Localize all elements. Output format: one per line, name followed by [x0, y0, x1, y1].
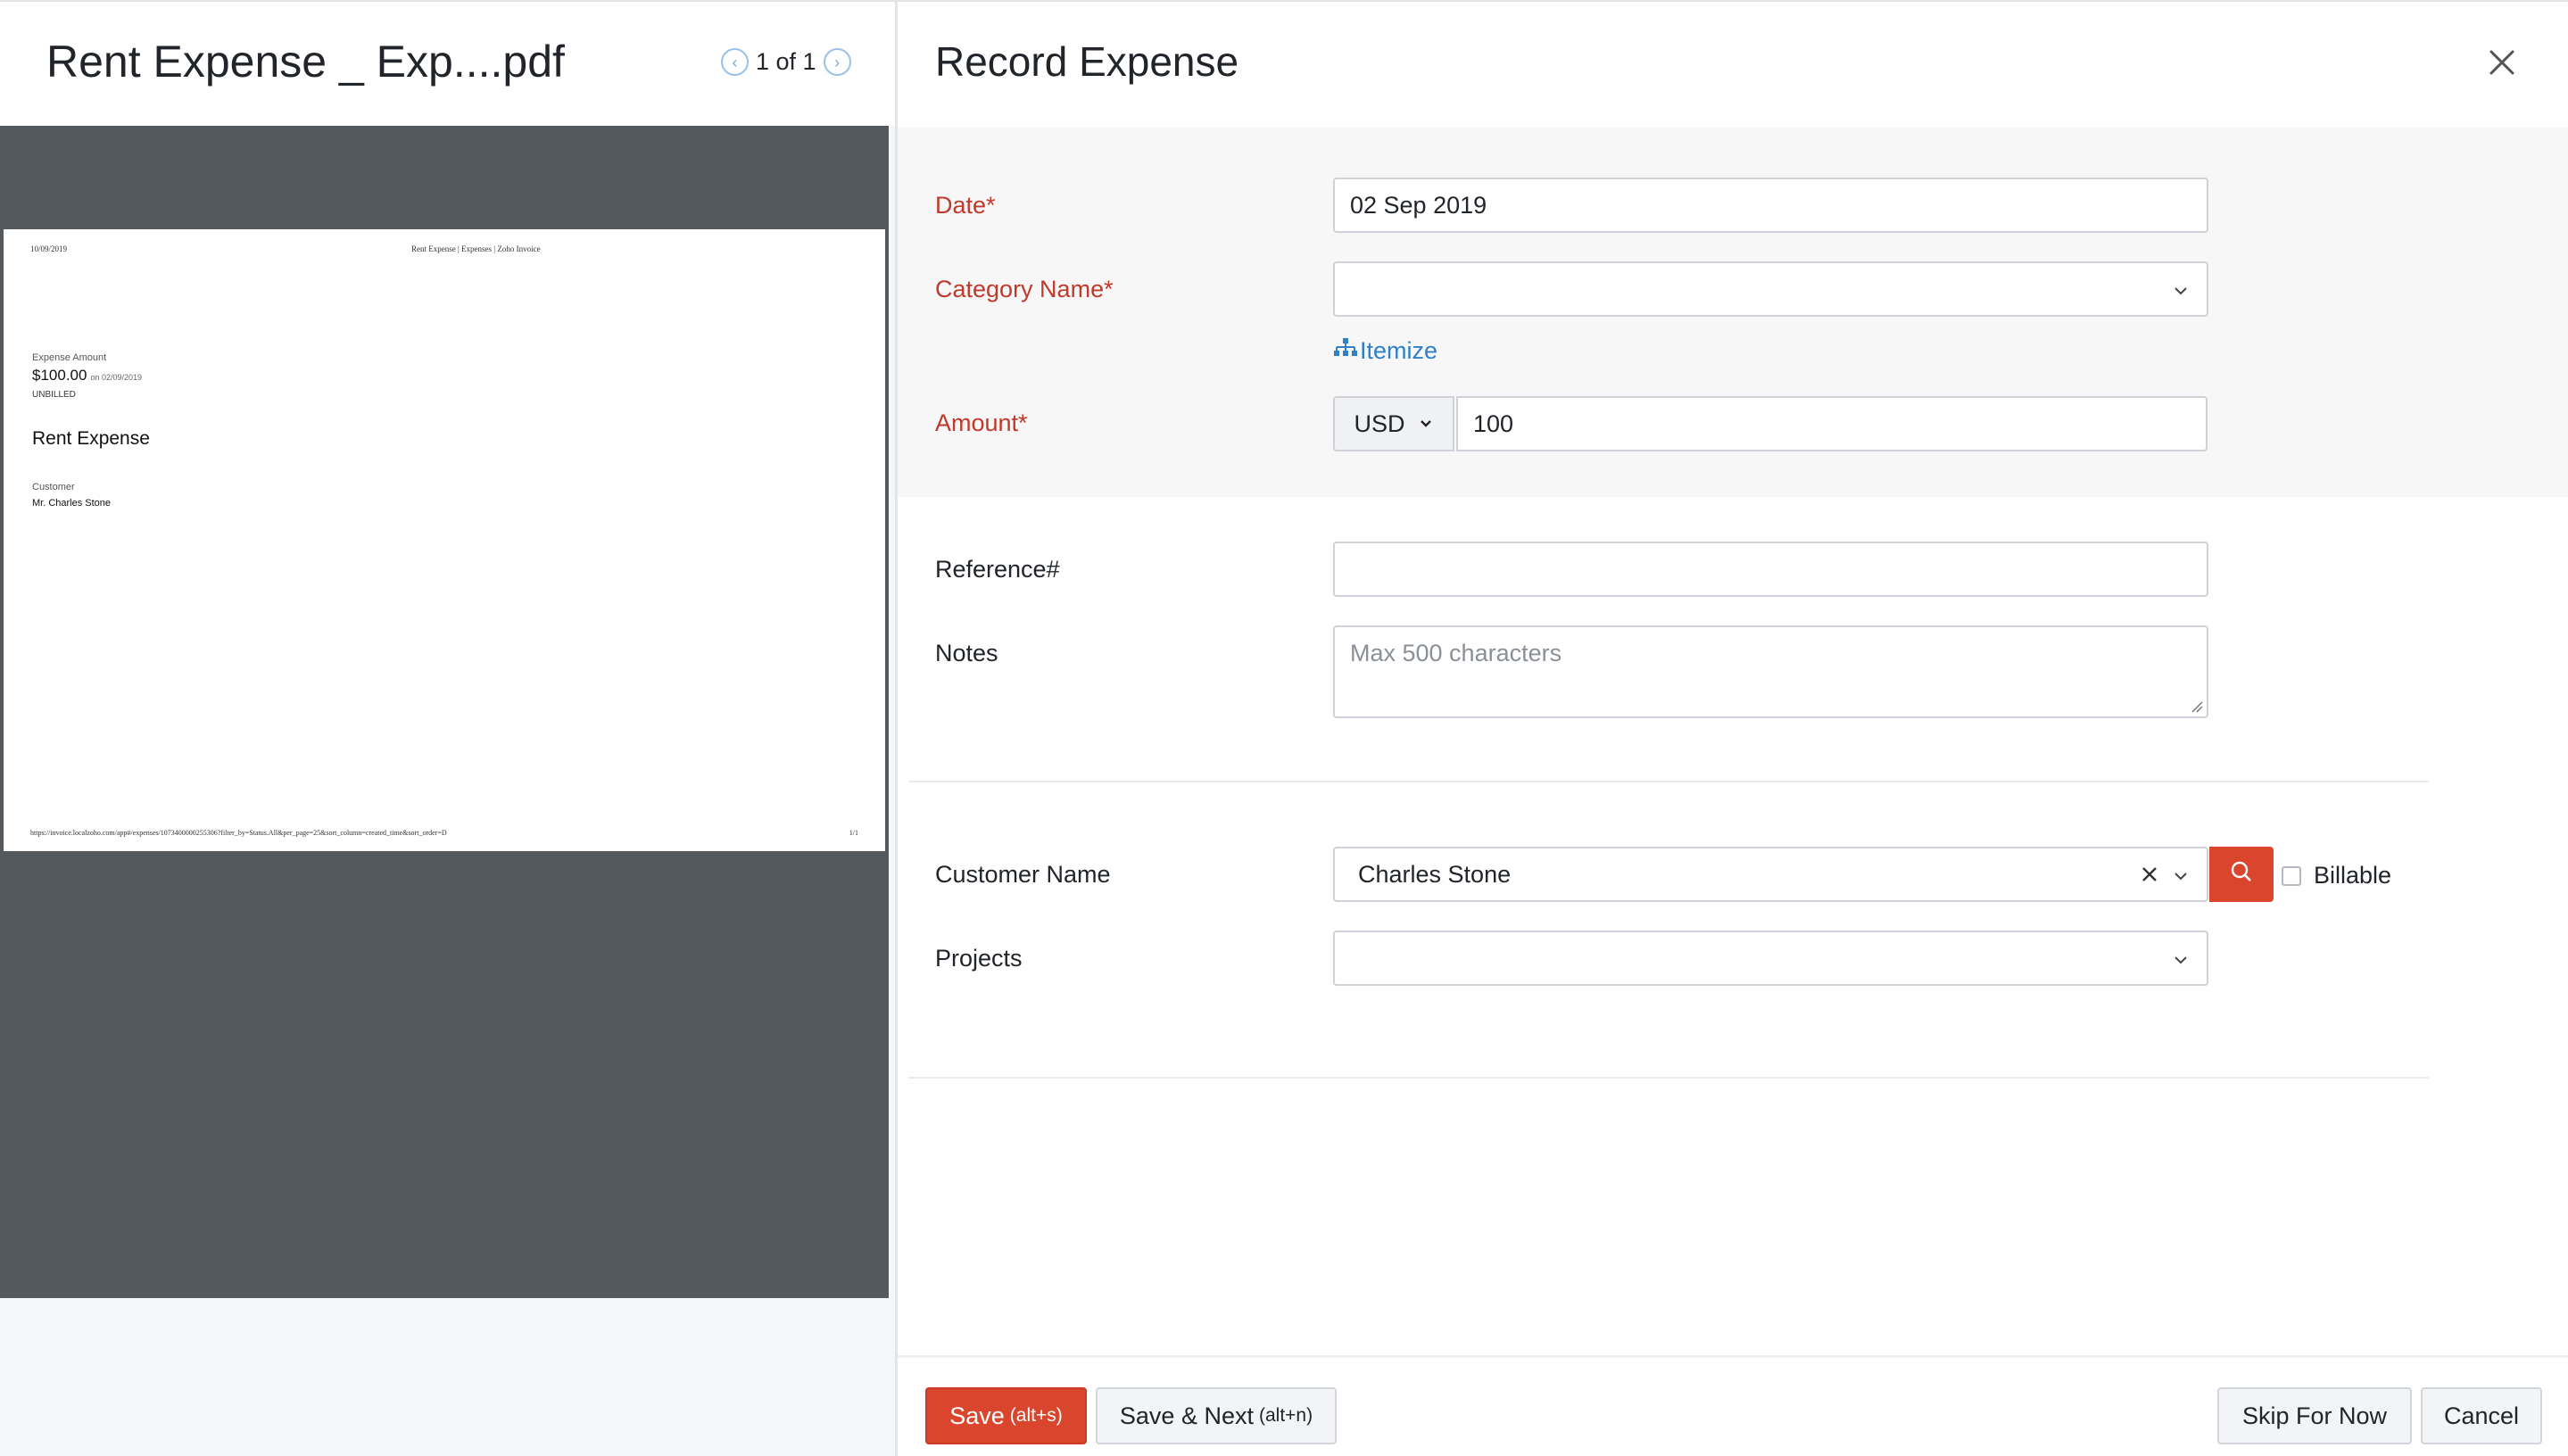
pdf-amount: $100.00 on 02/09/2019 — [32, 367, 142, 385]
save-shortcut: (alt+s) — [1009, 1405, 1063, 1426]
chevron-down-icon — [1418, 410, 1434, 438]
chevron-right-icon[interactable]: › — [823, 48, 851, 76]
date-label: Date* — [935, 192, 996, 219]
close-icon[interactable] — [2484, 45, 2520, 80]
currency-value: USD — [1354, 410, 1405, 437]
chevron-left-icon[interactable]: ‹ — [721, 48, 749, 76]
page-indicator: 1 of 1 — [756, 48, 816, 75]
customer-name-value: Charles Stone — [1358, 860, 1512, 888]
clear-icon[interactable] — [2137, 862, 2162, 887]
pdf-title: Rent Expense — [32, 428, 150, 449]
date-field[interactable]: 02 Sep 2019 — [1333, 178, 2208, 233]
notes-textarea[interactable]: Max 500 characters — [1333, 625, 2208, 718]
category-name-label: Category Name* — [935, 276, 1114, 302]
section-divider — [908, 1077, 2429, 1079]
search-icon — [2229, 860, 2254, 889]
billable-label: Billable — [2314, 862, 2392, 889]
category-name-select[interactable] — [1333, 261, 2208, 317]
amount-value: 100 — [1473, 410, 1514, 437]
itemize-label: Itemize — [1360, 337, 1438, 364]
pdf-header-date: 10/09/2019 — [30, 244, 68, 253]
pdf-footer-page: 1/1 — [849, 829, 858, 837]
billable-checkbox-group[interactable]: Billable — [2282, 862, 2391, 889]
pdf-customer-name: Mr. Charles Stone — [32, 498, 112, 509]
billable-checkbox[interactable] — [2282, 865, 2301, 886]
section-divider — [908, 781, 2429, 782]
projects-select[interactable] — [1333, 931, 2208, 986]
pdf-amount-value: $100.00 — [32, 367, 87, 384]
reference-field[interactable] — [1333, 542, 2208, 597]
notes-placeholder: Max 500 characters — [1350, 640, 1562, 666]
customer-name-select[interactable]: Charles Stone — [1333, 847, 2208, 902]
notes-label: Notes — [935, 640, 998, 666]
save-and-next-button[interactable]: Save & Next (alt+n) — [1096, 1387, 1337, 1444]
pdf-expense-amount-label: Expense Amount — [32, 352, 107, 363]
pdf-footer-url: https://invoice.localzoho.com/app#/expen… — [30, 829, 447, 837]
currency-dropdown[interactable]: USD — [1333, 396, 1454, 451]
itemize-link[interactable]: Itemize — [1333, 337, 1437, 365]
save-next-button-label: Save & Next — [1119, 1402, 1254, 1429]
page-title: Record Expense — [935, 38, 1239, 85]
pager: ‹ 1 of 1 › — [721, 48, 851, 76]
pdf-header-title: Rent Expense | Expenses | Zoho Invoice — [411, 244, 541, 253]
save-button-label: Save — [949, 1402, 1005, 1429]
save-button[interactable]: Save (alt+s) — [925, 1387, 1087, 1444]
resize-grip-icon[interactable] — [2191, 700, 2203, 713]
chevron-down-icon — [2171, 864, 2191, 884]
amount-field[interactable]: 100 — [1456, 396, 2208, 451]
pdf-status: UNBILLED — [32, 390, 76, 400]
record-expense-form: Record Expense Date* 02 Sep 2019 Categor… — [898, 0, 2568, 1456]
preview-header: Rent Expense _ Exp....pdf ‹ 1 of 1 › — [0, 0, 895, 126]
pdf-amount-date: on 02/09/2019 — [90, 373, 143, 382]
save-next-shortcut: (alt+n) — [1258, 1405, 1313, 1426]
customer-search-button[interactable] — [2209, 847, 2274, 902]
pdf-viewer[interactable]: 10/09/2019 Rent Expense | Expenses | Zoh… — [0, 126, 889, 1298]
document-preview-pane: Rent Expense _ Exp....pdf ‹ 1 of 1 › 10/… — [0, 0, 898, 1456]
form-footer: Save (alt+s) Save & Next (alt+n) Skip For … — [898, 1355, 2568, 1456]
amount-label: Amount* — [935, 410, 1028, 436]
customer-name-label: Customer Name — [935, 861, 1111, 888]
pdf-customer-label: Customer — [32, 482, 75, 492]
chevron-down-icon — [2171, 279, 2191, 299]
reference-label: Reference# — [935, 556, 1060, 583]
projects-label: Projects — [935, 945, 1023, 972]
itemize-icon — [1333, 337, 1358, 365]
date-value: 02 Sep 2019 — [1350, 191, 1487, 219]
skip-for-now-button[interactable]: Skip For Now — [2217, 1387, 2412, 1444]
file-name: Rent Expense _ Exp....pdf — [46, 37, 565, 87]
pdf-page: 10/09/2019 Rent Expense | Expenses | Zoh… — [4, 229, 885, 851]
cancel-button[interactable]: Cancel — [2421, 1387, 2542, 1444]
chevron-down-icon — [2171, 948, 2191, 968]
